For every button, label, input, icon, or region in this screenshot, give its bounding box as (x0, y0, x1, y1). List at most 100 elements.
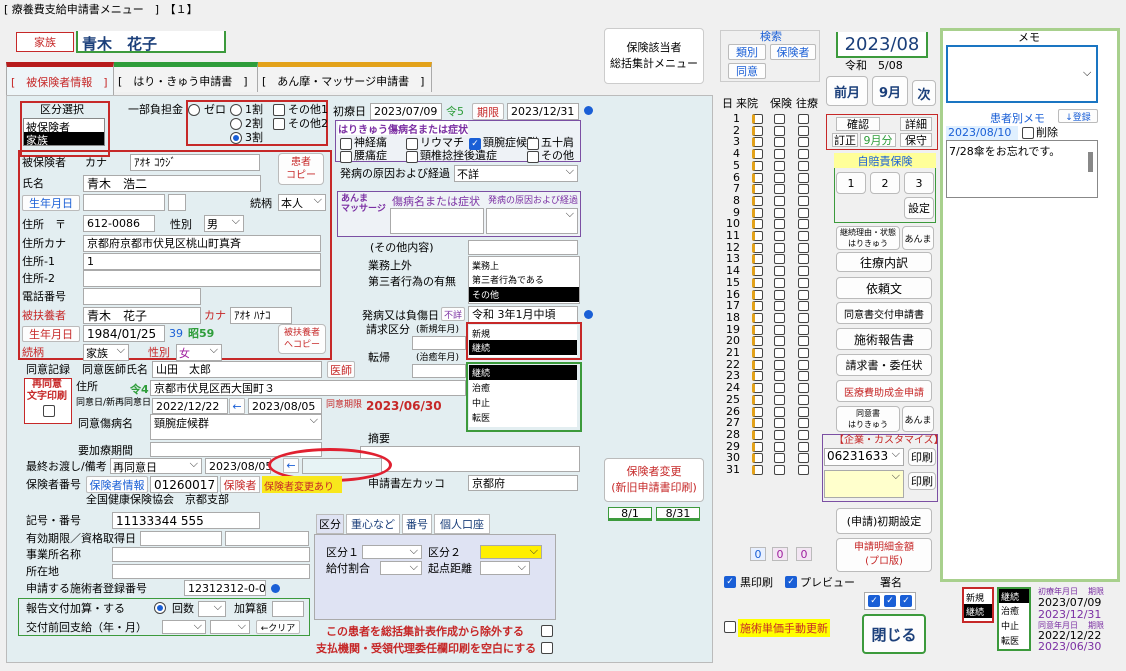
insurance-checkbox[interactable] (774, 453, 785, 464)
anma-disease-input[interactable] (390, 208, 484, 234)
custom-print-button-1[interactable]: 印刷 (908, 448, 936, 466)
prev-month-select[interactable] (210, 619, 250, 634)
subtab[interactable]: 重心など (346, 514, 400, 534)
office-input[interactable] (112, 547, 310, 562)
ouryo-checkbox[interactable] (798, 453, 809, 464)
visit-checkbox[interactable] (752, 348, 763, 358)
memo-delete-checkbox[interactable] (1022, 127, 1034, 139)
visit-checkbox[interactable] (752, 406, 763, 417)
patient-memo-text[interactable]: 7/28傘をお忘れです。 (946, 140, 1098, 198)
kakko-input[interactable]: 京都府 (468, 475, 578, 491)
detail-button[interactable]: 詳細 (900, 117, 932, 131)
tab-harikyu[interactable]: [ はり・きゅう申請書 ] (114, 62, 258, 92)
visit-checkbox[interactable] (752, 254, 763, 265)
doctor-name-input[interactable]: 山田 太郎 (152, 361, 322, 378)
ouryo-checkbox[interactable] (798, 348, 809, 358)
insurance-checkbox[interactable] (774, 312, 785, 323)
clear-button[interactable]: ←クリア (256, 620, 300, 634)
ouryo-checkbox[interactable] (798, 149, 809, 160)
tenki-option[interactable]: 中止 (469, 395, 577, 410)
tab-insured[interactable]: [ 被保険者情報 ] (6, 62, 114, 96)
futan-other2-checkbox[interactable] (273, 118, 285, 130)
sign-checkbox-3[interactable]: ✓ (900, 595, 912, 607)
subtab[interactable]: 個人口座 (434, 514, 490, 534)
maintenance-button[interactable]: 保守 (900, 133, 932, 147)
insurance-checkbox[interactable] (774, 184, 785, 195)
insurance-checkbox[interactable] (774, 383, 785, 394)
kigo-input[interactable]: 11133344 555 (112, 512, 260, 529)
memo-register-button[interactable]: ↓登録 (1058, 109, 1098, 123)
exclude-checkbox[interactable] (541, 625, 553, 637)
visit-checkbox[interactable] (752, 312, 763, 323)
consent-date2-input[interactable]: 2023/08/05 (248, 398, 322, 414)
patient-birth-input[interactable]: 1984/01/25 (83, 325, 165, 342)
visit-checkbox[interactable] (752, 324, 763, 335)
ouryo-checkbox[interactable] (798, 277, 809, 288)
tenki-list[interactable]: 継続 治癒 中止 転医 (469, 365, 577, 427)
month-button[interactable]: 9月 (872, 76, 908, 106)
insured-kana-input[interactable]: ｱｵｷ ｺｳｼﾞ (130, 154, 260, 171)
ouryo-checkbox[interactable] (798, 242, 809, 253)
patient-copy-to-insured-button[interactable]: 被扶養者 へコピー (278, 324, 326, 354)
disease-checkbox[interactable] (527, 151, 539, 163)
blank-print-checkbox[interactable] (541, 642, 553, 654)
doctor-addr-input[interactable]: 京都市伏見区西大国町３ (150, 380, 466, 396)
insurance-checkbox[interactable] (774, 336, 785, 347)
visit-checkbox[interactable] (752, 359, 763, 370)
claim-option-new[interactable]: 新規 (469, 325, 577, 340)
insurance-checkbox[interactable] (774, 359, 785, 370)
visit-checkbox[interactable] (752, 429, 763, 440)
kubun-option-insured[interactable]: 被保険者 (24, 119, 104, 134)
seikyu-button[interactable]: 請求書・委任状 (836, 354, 932, 376)
insured-birth-age[interactable] (168, 194, 186, 211)
sign-checkbox-2[interactable]: ✓ (884, 595, 896, 607)
disease-checkbox[interactable] (406, 151, 418, 163)
visit-checkbox[interactable] (752, 219, 763, 230)
insured-addr2-input[interactable] (83, 270, 321, 287)
ouryo-checkbox[interactable] (798, 289, 809, 300)
summary-input[interactable] (360, 446, 580, 472)
insurer-num-input[interactable]: 01260017 (150, 476, 218, 493)
visit-checkbox[interactable] (752, 266, 763, 277)
visit-checkbox[interactable] (752, 301, 763, 312)
ouryo-checkbox[interactable] (798, 371, 809, 382)
insurance-checkbox[interactable] (774, 219, 785, 230)
visit-checkbox[interactable] (752, 383, 763, 394)
visit-checkbox[interactable] (752, 394, 763, 405)
ouryo-checkbox[interactable] (798, 418, 809, 429)
insurance-checkbox[interactable] (774, 195, 785, 206)
ouryo-checkbox[interactable] (798, 359, 809, 370)
visit-checkbox[interactable] (752, 207, 763, 218)
preview-checkbox[interactable]: ✓ (785, 576, 797, 588)
insurance-checkbox[interactable] (774, 418, 785, 429)
registration-input[interactable]: 12312312-0-0 (184, 580, 266, 596)
insurer-tag[interactable]: 保険者 (220, 476, 260, 493)
visit-checkbox[interactable] (752, 418, 763, 429)
ouryo-checkbox[interactable] (798, 324, 809, 335)
reason-anma-button[interactable]: あんま (902, 226, 934, 250)
insurance-checkbox[interactable] (774, 125, 785, 136)
valid-input-1[interactable] (140, 531, 222, 546)
ouryo-checkbox[interactable] (798, 195, 809, 206)
subpanel-k2-select[interactable] (480, 544, 542, 559)
claim-option-continue[interactable]: 継続 (469, 340, 577, 355)
patient-sex-select[interactable]: 女 (176, 343, 222, 361)
insurance-checkbox[interactable] (774, 371, 785, 382)
insured-sex-select[interactable]: 男 (204, 214, 244, 232)
confirm-button[interactable]: 確認 (836, 117, 880, 131)
ouryo-checkbox[interactable] (798, 301, 809, 312)
insurance-checkbox[interactable] (774, 231, 785, 241)
custom-print-button-2[interactable]: 印刷 (908, 472, 936, 490)
anma-cause-select[interactable] (486, 207, 578, 234)
registration-radio-icon[interactable] (271, 584, 280, 593)
insurance-checkbox[interactable] (774, 254, 785, 265)
first-visit-input[interactable]: 2023/07/09 (370, 103, 442, 120)
patient-relation-select[interactable]: 家族 (83, 343, 129, 361)
tenki-option[interactable]: 転医 (469, 410, 577, 425)
insured-birth-button[interactable]: 生年月日 (22, 195, 80, 211)
disease-checkbox[interactable] (406, 138, 418, 150)
ouryo-checkbox[interactable] (798, 394, 809, 405)
work-option[interactable]: 業務上 (469, 257, 579, 272)
visit-checkbox[interactable] (752, 137, 763, 148)
insurance-checkbox[interactable] (774, 137, 785, 148)
